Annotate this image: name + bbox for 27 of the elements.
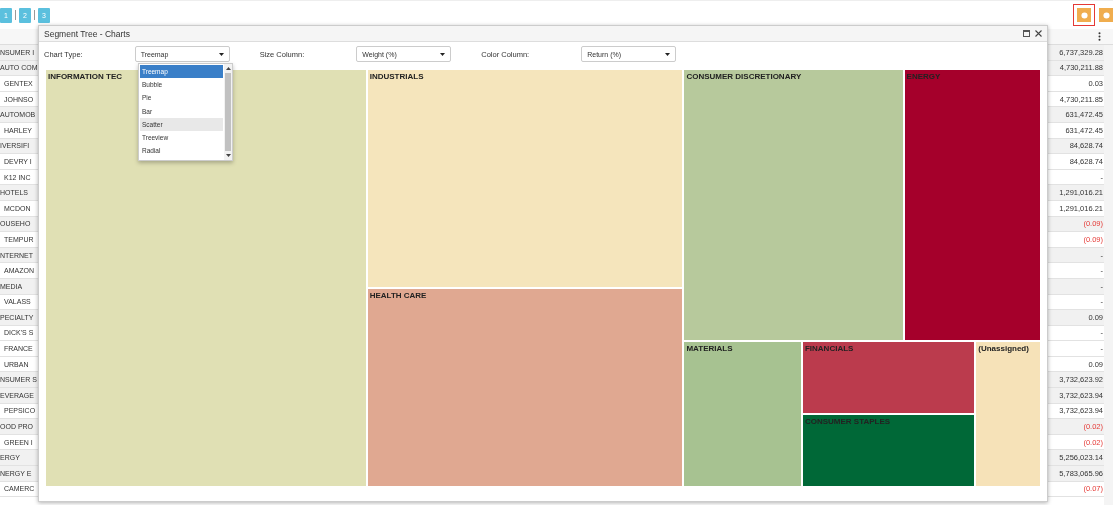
kebab-icon[interactable]	[1098, 32, 1101, 41]
caret-icon	[665, 52, 671, 56]
treemap-tile[interactable]: HEALTH CARE	[366, 288, 684, 487]
up-arrow-icon[interactable]	[225, 67, 231, 70]
circle-icon	[1080, 11, 1088, 19]
tile-label: INFORMATION TEC	[48, 72, 123, 81]
tile-label: CONSUMER DISCRETIONARY	[686, 72, 802, 81]
scrollbar[interactable]	[224, 64, 232, 160]
treemap-tile[interactable]: CONSUMER DISCRETIONARY	[683, 69, 904, 341]
tile-label: HEALTH CARE	[369, 291, 427, 301]
maximize-icon[interactable]	[1023, 30, 1030, 37]
circle-icon	[1102, 11, 1110, 19]
down-arrow-icon[interactable]	[225, 154, 231, 157]
caret-icon	[440, 52, 446, 56]
tile-label: INDUSTRIALS	[369, 72, 424, 81]
treemap-tile[interactable]: INDUSTRIALS	[366, 69, 684, 289]
dialog-title: Segment Tree - Charts	[44, 28, 131, 39]
treemap-tile[interactable]: (Unassigned)	[975, 340, 1041, 487]
tile-label: CONSUMER STAPLES	[804, 417, 891, 427]
caret-icon	[218, 52, 224, 56]
tile-label: ENERGY	[906, 72, 941, 81]
toolbar-button[interactable]	[1073, 4, 1095, 26]
tile-label: (Unassigned)	[978, 343, 1029, 353]
tile-label: FINANCIALS	[804, 343, 854, 353]
tile-label: MATERIALS	[686, 343, 733, 353]
treemap-tile[interactable]: MATERIALS	[683, 340, 802, 487]
close-icon[interactable]	[1035, 30, 1042, 37]
